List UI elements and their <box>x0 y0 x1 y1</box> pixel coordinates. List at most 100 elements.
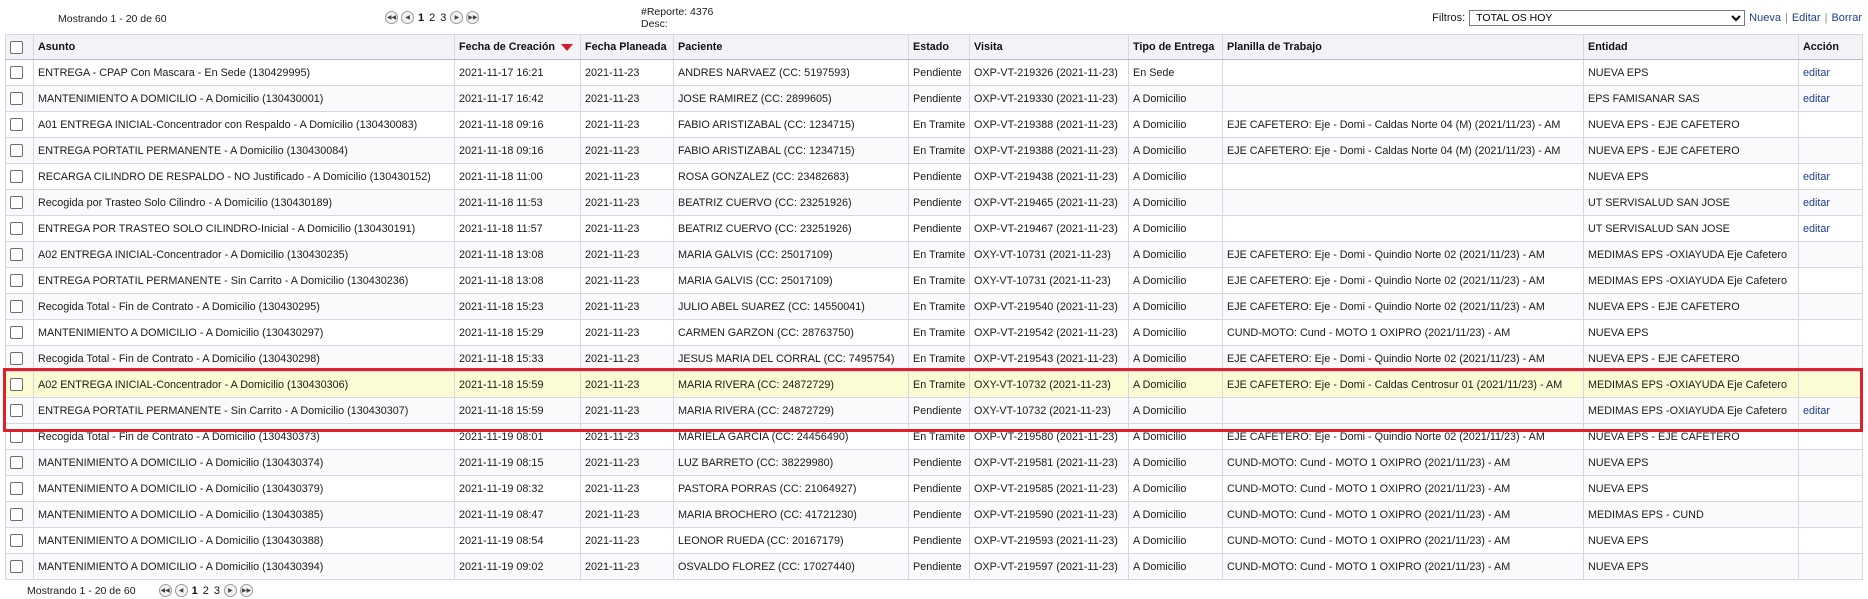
cell-visita: OXP-VT-219326 (2021-11-23) <box>969 59 1129 86</box>
col-header-fecha-creacion[interactable]: Fecha de Creación <box>454 34 581 60</box>
row-checkbox[interactable] <box>5 267 34 294</box>
row-checkbox[interactable] <box>5 241 34 268</box>
table-row[interactable]: A02 ENTREGA INICIAL-Concentrador - A Dom… <box>5 241 1863 268</box>
row-checkbox[interactable] <box>5 527 34 554</box>
row-checkbox[interactable] <box>5 293 34 320</box>
row-checkbox[interactable] <box>5 163 34 190</box>
cell-fecha-planeada: 2021-11-23 <box>580 371 674 398</box>
col-header-estado[interactable]: Estado <box>908 34 970 60</box>
row-checkbox[interactable] <box>5 397 34 424</box>
row-checkbox[interactable] <box>5 319 34 346</box>
col-header-fecha-planeada[interactable]: Fecha Planeada <box>580 34 674 60</box>
table-row[interactable]: MANTENIMIENTO A DOMICILIO - A Domicilio … <box>5 527 1863 554</box>
table-row[interactable]: Recogida por Trasteo Solo Cilindro - A D… <box>5 189 1863 216</box>
cell-accion[interactable]: editar <box>1798 189 1863 216</box>
table-row[interactable]: A02 ENTREGA INICIAL-Concentrador - A Dom… <box>5 371 1863 398</box>
page-link-2[interactable]: 2 <box>428 12 436 24</box>
cell-accion[interactable]: editar <box>1798 163 1863 190</box>
filter-select[interactable]: TOTAL OS HOY <box>1469 10 1746 26</box>
page-link-3[interactable]: 3 <box>213 585 221 597</box>
cell-visita: OXY-VT-10731 (2021-11-23) <box>969 267 1129 294</box>
last-page-icon[interactable]: ▶▶ <box>466 11 480 24</box>
row-checkbox[interactable] <box>5 501 34 528</box>
cell-entidad: NUEVA EPS - EJE CAFETERO <box>1583 137 1799 164</box>
table-row[interactable]: Recogida Total - Fin de Contrato - A Dom… <box>5 345 1863 372</box>
table-row[interactable]: MANTENIMIENTO A DOMICILIO - A Domicilio … <box>5 475 1863 502</box>
cell-tipo-entrega: A Domicilio <box>1128 371 1223 398</box>
table-row[interactable]: ENTREGA POR TRASTEO SOLO CILINDRO-Inicia… <box>5 215 1863 242</box>
cell-planilla <box>1222 189 1584 216</box>
table-row[interactable]: MANTENIMIENTO A DOMICILIO - A Domicilio … <box>5 553 1863 580</box>
table-row[interactable]: ENTREGA - CPAP Con Mascara - En Sede (13… <box>5 59 1863 86</box>
table-row[interactable]: A01 ENTREGA INICIAL-Concentrador con Res… <box>5 111 1863 138</box>
cell-asunto: MANTENIMIENTO A DOMICILIO - A Domicilio … <box>33 85 455 112</box>
table-row[interactable]: Recogida Total - Fin de Contrato - A Dom… <box>5 293 1863 320</box>
row-checkbox[interactable] <box>5 215 34 242</box>
table-row[interactable]: ENTREGA PORTATIL PERMANENTE - Sin Carrit… <box>5 267 1863 294</box>
page-link-1[interactable]: 1 <box>191 585 199 597</box>
table-row[interactable]: MANTENIMIENTO A DOMICILIO - A Domicilio … <box>5 85 1863 112</box>
first-page-icon[interactable]: ◀◀ <box>385 11 398 24</box>
row-checkbox[interactable] <box>5 423 34 450</box>
editar-filter-link[interactable]: Editar <box>1792 12 1821 24</box>
cell-visita: OXP-VT-219543 (2021-11-23) <box>969 345 1129 372</box>
cell-accion[interactable]: editar <box>1798 397 1863 424</box>
select-all-checkbox[interactable] <box>5 34 34 60</box>
cell-accion[interactable]: editar <box>1798 85 1863 112</box>
cell-entidad: EPS FAMISANAR SAS <box>1583 85 1799 112</box>
next-page-icon[interactable]: ▶ <box>450 11 464 24</box>
col-header-entidad[interactable]: Entidad <box>1583 34 1799 60</box>
table-row[interactable]: RECARGA CILINDRO DE RESPALDO - NO Justif… <box>5 163 1863 190</box>
cell-estado: En Tramite <box>908 319 970 346</box>
cell-accion <box>1798 501 1863 528</box>
row-checkbox[interactable] <box>5 553 34 580</box>
prev-page-icon[interactable]: ◀ <box>174 584 188 597</box>
row-checkbox[interactable] <box>5 59 34 86</box>
col-header-planilla[interactable]: Planilla de Trabajo <box>1222 34 1584 60</box>
page-link-2[interactable]: 2 <box>202 585 210 597</box>
table-row[interactable]: MANTENIMIENTO A DOMICILIO - A Domicilio … <box>5 449 1863 476</box>
cell-fecha-creacion: 2021-11-17 16:21 <box>454 59 581 86</box>
cell-fecha-creacion: 2021-11-18 15:29 <box>454 319 581 346</box>
page-link-3[interactable]: 3 <box>439 12 447 24</box>
cell-visita: OXP-VT-219585 (2021-11-23) <box>969 475 1129 502</box>
row-checkbox[interactable] <box>5 345 34 372</box>
cell-visita: OXP-VT-219597 (2021-11-23) <box>969 553 1129 580</box>
cell-fecha-planeada: 2021-11-23 <box>580 423 674 450</box>
row-checkbox[interactable] <box>5 85 34 112</box>
prev-page-icon[interactable]: ◀ <box>401 11 414 24</box>
cell-fecha-creacion: 2021-11-19 08:32 <box>454 475 581 502</box>
first-page-icon[interactable]: ◀◀ <box>158 584 172 597</box>
table-row[interactable]: ENTREGA PORTATIL PERMANENTE - A Domicili… <box>5 137 1863 164</box>
col-header-asunto[interactable]: Asunto <box>33 34 455 60</box>
table-row[interactable]: Recogida Total - Fin de Contrato - A Dom… <box>5 423 1863 450</box>
table-row[interactable]: MANTENIMIENTO A DOMICILIO - A Domicilio … <box>5 319 1863 346</box>
page-link-1[interactable]: 1 <box>417 12 425 24</box>
table-row[interactable]: ENTREGA PORTATIL PERMANENTE - Sin Carrit… <box>5 397 1863 424</box>
col-header-visita[interactable]: Visita <box>969 34 1129 60</box>
row-checkbox[interactable] <box>5 111 34 138</box>
row-checkbox[interactable] <box>5 449 34 476</box>
col-header-paciente[interactable]: Paciente <box>673 34 909 60</box>
cell-accion[interactable]: editar <box>1798 215 1863 242</box>
borrar-filter-link[interactable]: Borrar <box>1831 12 1862 24</box>
col-header-tipo-entrega[interactable]: Tipo de Entrega <box>1128 34 1223 60</box>
cell-asunto: MANTENIMIENTO A DOMICILIO - A Domicilio … <box>33 319 455 346</box>
next-page-icon[interactable]: ▶ <box>223 584 237 597</box>
nueva-link[interactable]: Nueva <box>1749 12 1781 24</box>
sort-desc-icon[interactable] <box>561 43 574 51</box>
row-checkbox[interactable] <box>5 475 34 502</box>
cell-paciente: MARIA GALVIS (CC: 25017109) <box>673 267 909 294</box>
row-checkbox[interactable] <box>5 189 34 216</box>
cell-tipo-entrega: A Domicilio <box>1128 163 1223 190</box>
table-row[interactable]: MANTENIMIENTO A DOMICILIO - A Domicilio … <box>5 501 1863 528</box>
cell-visita: OXP-VT-219467 (2021-11-23) <box>969 215 1129 242</box>
cell-asunto: Recogida Total - Fin de Contrato - A Dom… <box>33 293 455 320</box>
cell-fecha-creacion: 2021-11-19 08:47 <box>454 501 581 528</box>
col-header-accion: Acción <box>1798 34 1863 60</box>
cell-asunto: ENTREGA PORTATIL PERMANENTE - A Domicili… <box>33 137 455 164</box>
last-page-icon[interactable]: ▶▶ <box>239 584 253 597</box>
cell-accion[interactable]: editar <box>1798 59 1863 86</box>
row-checkbox[interactable] <box>5 371 34 398</box>
row-checkbox[interactable] <box>5 137 34 164</box>
